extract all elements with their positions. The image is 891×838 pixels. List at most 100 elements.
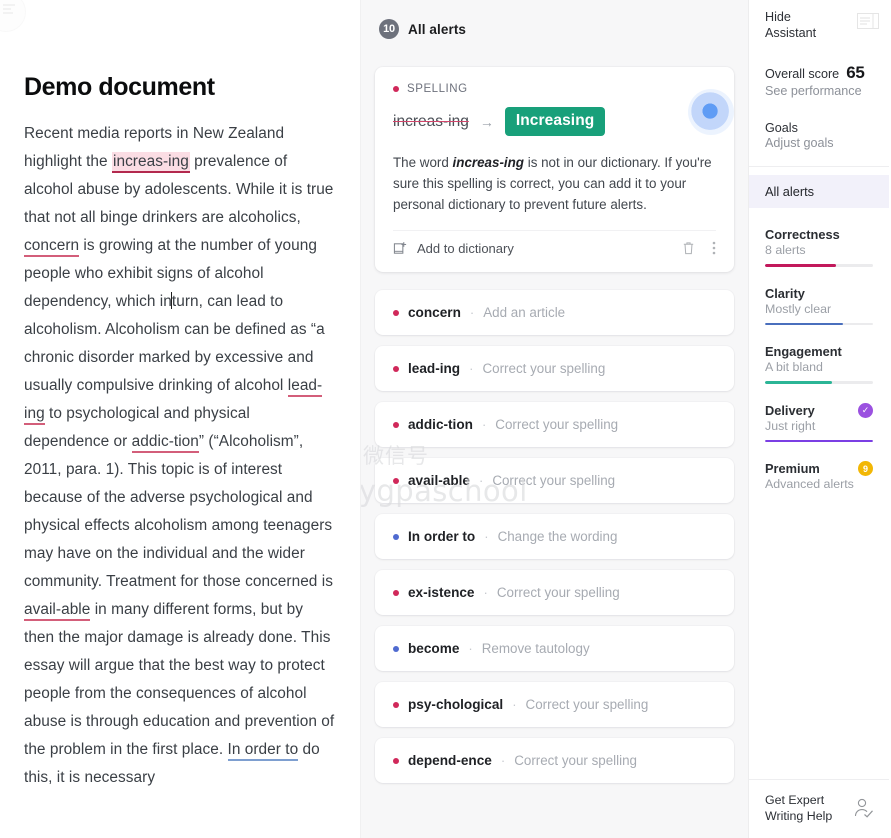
alert-card-expanded[interactable]: SPELLING increas-ing → Increasing The wo… [375, 67, 734, 272]
document-text: in many different forms, but by then the… [24, 601, 335, 758]
document-title: Demo document [24, 73, 215, 101]
metric-progress-bar [765, 439, 873, 443]
alert-row[interactable]: In order to · Change the wording [375, 514, 734, 559]
metric-header: Engagement [765, 344, 873, 359]
hide-assistant-button[interactable]: Hide Assistant [749, 0, 889, 41]
alert-icon-group [681, 240, 716, 256]
category-dot-icon [393, 309, 399, 316]
alert-row-hint: Correct your spelling [496, 585, 620, 600]
alerts-count-badge: 10 [379, 19, 399, 39]
alert-row[interactable]: lead-ing · Correct your spelling [375, 346, 734, 391]
menu-lines-icon [3, 4, 17, 18]
explanation-prefix: The word [393, 155, 453, 170]
alert-row-word: psy-chological [408, 697, 504, 712]
metric-name: Clarity [765, 285, 805, 301]
sidebar-item-all-alerts[interactable]: All alerts [749, 175, 889, 208]
alert-row[interactable]: avail-able · Correct your spelling [375, 458, 734, 503]
alert-row-hint: Correct your spelling [514, 753, 638, 768]
category-dot-icon [393, 533, 399, 540]
document-pane: Demo document Recent media reports in Ne… [0, 0, 360, 838]
alert-row[interactable]: depend-ence · Correct your spelling [375, 738, 734, 783]
metric-header: Correctness [765, 227, 873, 242]
expert-help-line1: Get Expert [765, 793, 825, 807]
alert-row-hint: Remove tautology [481, 641, 590, 656]
sidebar-metric-engagement[interactable]: Engagement A bit bland [749, 344, 889, 384]
category-dot-icon [393, 757, 399, 764]
alert-row-word: concern [408, 305, 461, 320]
alert-row-word: depend-ence [408, 753, 492, 768]
goals-title: Goals [765, 121, 798, 135]
spelling-underline[interactable]: avail-able [24, 601, 91, 621]
sidebar-divider [749, 166, 889, 167]
spelling-underline[interactable]: concern [24, 237, 80, 257]
alert-row-word: addic-tion [408, 417, 473, 432]
metric-progress-bar [765, 381, 873, 384]
expert-help-label: Get Expert Writing Help [765, 792, 832, 824]
category-dot-icon [393, 589, 399, 596]
alert-row-separator: · [468, 641, 473, 656]
alert-row[interactable]: psy-chological · Correct your spelling [375, 682, 734, 727]
metrics-container: Correctness 8 alerts Clarity Mostly clear En… [749, 208, 889, 491]
alert-row-hint: Correct your spelling [492, 473, 616, 488]
sidebar-metric-correctness[interactable]: Correctness 8 alerts [749, 227, 889, 267]
see-performance-link[interactable]: See performance [765, 84, 873, 98]
hide-assistant-label: Hide Assistant [765, 9, 816, 41]
alert-row[interactable]: concern · Add an article [375, 290, 734, 335]
alert-row-separator: · [478, 473, 484, 488]
alerts-pane: 10 All alerts SPELLING increas-ing → Inc… [360, 0, 748, 838]
sidebar-metric-premium[interactable]: Premium 9 Advanced alerts [749, 461, 889, 491]
alert-category-label: SPELLING [407, 83, 468, 95]
alert-row-hint: Correct your spelling [482, 361, 606, 376]
original-word: increas-ing [393, 112, 469, 130]
alert-correction-row: increas-ing → Increasing [393, 89, 734, 136]
alerts-header-title: All alerts [408, 21, 467, 37]
arrow-right-icon: → [479, 113, 494, 130]
collapsed-alerts-container: concern · Add an article lead-ing · Correct y… [375, 290, 734, 783]
alert-row-hint: Add an article [483, 305, 566, 320]
hide-assistant-line2: Assistant [765, 26, 817, 40]
more-vertical-icon[interactable] [712, 240, 716, 256]
alerts-header: 10 All alerts [361, 0, 748, 39]
alert-category: SPELLING [393, 83, 716, 95]
metric-header: Premium 9 [765, 461, 873, 477]
collapse-panel-icon [857, 13, 879, 29]
sidebar-metric-delivery[interactable]: Delivery ✓ Just right [749, 402, 889, 443]
assistant-sidebar: Hide Assistant Overall score 65 See perf… [748, 0, 889, 838]
sidebar-metric-clarity[interactable]: Clarity Mostly clear [749, 286, 889, 326]
alert-row-word: ex-istence [408, 585, 475, 600]
category-dot-icon [393, 365, 399, 372]
add-to-dictionary-button[interactable]: Add to dictionary [393, 241, 514, 256]
apply-suggestion-button[interactable]: Increasing [504, 107, 606, 136]
alert-row-word: avail-able [408, 473, 470, 488]
expert-help-line2: Writing Help [765, 809, 833, 823]
category-dot-icon [393, 421, 399, 428]
metric-subtitle: A bit bland [765, 360, 823, 375]
document-text: ” (“Alcoholism”, 2011, para. 1). This to… [24, 433, 333, 590]
adjust-goals-link[interactable]: Adjust goals [765, 136, 873, 150]
alert-row-separator: · [469, 305, 475, 320]
metric-subtitle: 8 alerts [765, 243, 806, 257]
metric-progress-bar [765, 322, 873, 326]
premium-badge-icon: 9 [858, 461, 873, 477]
spelling-highlight-active[interactable]: increas-ing [111, 152, 190, 173]
goals-block: Goals Adjust goals [749, 98, 889, 150]
alert-row[interactable]: become · Remove tautology [375, 626, 734, 671]
metric-subtitle: Mostly clear [765, 301, 832, 316]
overall-score-row: Overall score 65 [765, 63, 873, 83]
cursor-highlight-icon [688, 89, 734, 135]
alert-row-word: become [408, 641, 460, 656]
expert-writer-icon [854, 798, 873, 818]
alert-explanation: The word increas-ing is not in our dicti… [393, 152, 716, 215]
category-dot-icon [393, 701, 399, 708]
spelling-underline[interactable]: addic-tion [131, 433, 199, 453]
metric-name: Correctness [765, 227, 840, 242]
clarity-underline[interactable]: In order to [227, 741, 299, 761]
trash-icon[interactable] [681, 240, 696, 256]
alert-row[interactable]: addic-tion · Correct your spelling [375, 402, 734, 447]
alert-row-separator: · [481, 417, 487, 432]
document-body[interactable]: Recent media reports in New Zealand high… [24, 120, 336, 792]
alerts-list: SPELLING increas-ing → Increasing The wo… [361, 39, 748, 804]
alert-row[interactable]: ex-istence · Correct your spelling [375, 570, 734, 615]
metric-name: Engagement [765, 344, 842, 360]
get-expert-writing-help-button[interactable]: Get Expert Writing Help [749, 779, 889, 838]
